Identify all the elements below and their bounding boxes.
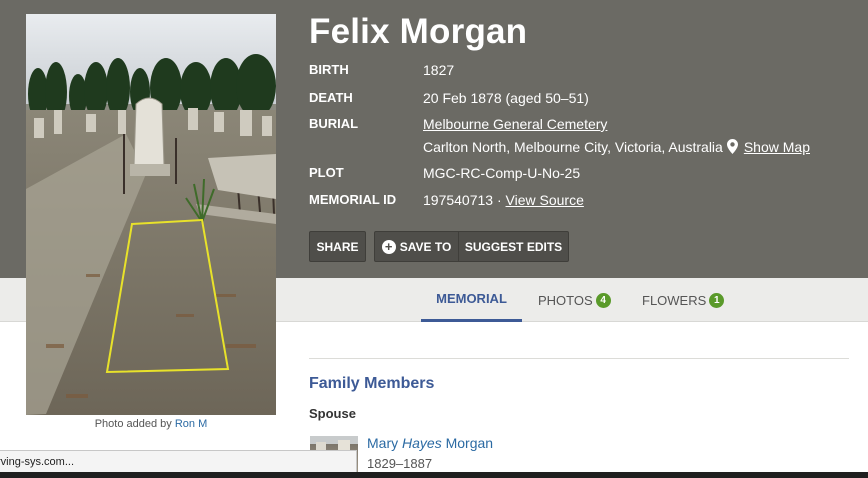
tab-flowers-label: FLOWERS [642, 292, 707, 308]
photo-author-link[interactable]: Ron M [175, 418, 207, 430]
death-value: 20 Feb 1878 (aged 50–51) [423, 90, 589, 106]
photo-caption: Photo added by Ron M [26, 418, 276, 430]
tab-flowers[interactable]: FLOWERS 1 [642, 278, 725, 322]
memorial-id-value: 197540713 · [423, 192, 502, 208]
memorial-name: Felix Morgan [309, 12, 528, 51]
death-label: DEATH [309, 90, 353, 105]
cemetery-link[interactable]: Melbourne General Cemetery [423, 116, 607, 132]
burial-location-text: Carlton North, Melbourne City, Victoria,… [423, 139, 723, 155]
family-members-title: Family Members [309, 375, 435, 392]
plus-circle-icon: + [381, 239, 396, 254]
photos-count-badge: 4 [595, 292, 611, 308]
save-to-label: SAVE TO [399, 239, 452, 254]
suggest-edits-button[interactable]: SUGGEST EDITS [459, 232, 568, 261]
section-divider [309, 358, 849, 359]
flowers-count-badge: 1 [709, 292, 725, 308]
browser-status-bar: rving-sys.com... [0, 450, 357, 474]
grave-photo[interactable] [26, 14, 276, 415]
tab-photos[interactable]: PHOTOS 4 [538, 278, 611, 322]
share-button[interactable]: SHARE [309, 231, 366, 262]
save-to-button[interactable]: + SAVE TO [375, 232, 459, 261]
spouse-name-link[interactable]: Mary Hayes Morgan [367, 435, 493, 451]
action-button-group: + SAVE TO SUGGEST EDITS [374, 231, 569, 262]
memorial-id-label: MEMORIAL ID [309, 192, 397, 207]
spouse-last-name: Morgan [445, 435, 494, 451]
spouse-first-name: Mary [367, 435, 399, 451]
view-source-link[interactable]: View Source [506, 192, 584, 208]
birth-value: 1827 [423, 62, 455, 78]
map-pin-icon [726, 139, 738, 154]
tab-memorial-label: MEMORIAL [436, 291, 507, 306]
plot-label: PLOT [309, 165, 344, 180]
status-bar-text: rving-sys.com... [0, 456, 75, 468]
burial-label: BURIAL [309, 116, 359, 131]
plot-value: MGC-RC-Comp-U-No-25 [423, 165, 581, 181]
tab-memorial[interactable]: MEMORIAL [421, 278, 522, 322]
show-map-link[interactable]: Show Map [744, 139, 810, 155]
tab-photos-label: PHOTOS [538, 292, 593, 308]
spouse-dates: 1829–1887 [367, 456, 433, 471]
birth-label: BIRTH [309, 62, 349, 77]
memorial-id: 197540713 · View Source [423, 192, 584, 208]
taskbar-strip [0, 472, 868, 478]
spouse-label: Spouse [309, 406, 356, 421]
photo-caption-prefix: Photo added by [94, 418, 172, 430]
spouse-maiden-name: Hayes [402, 435, 442, 451]
burial-location: Carlton North, Melbourne City, Victoria,… [423, 139, 810, 155]
